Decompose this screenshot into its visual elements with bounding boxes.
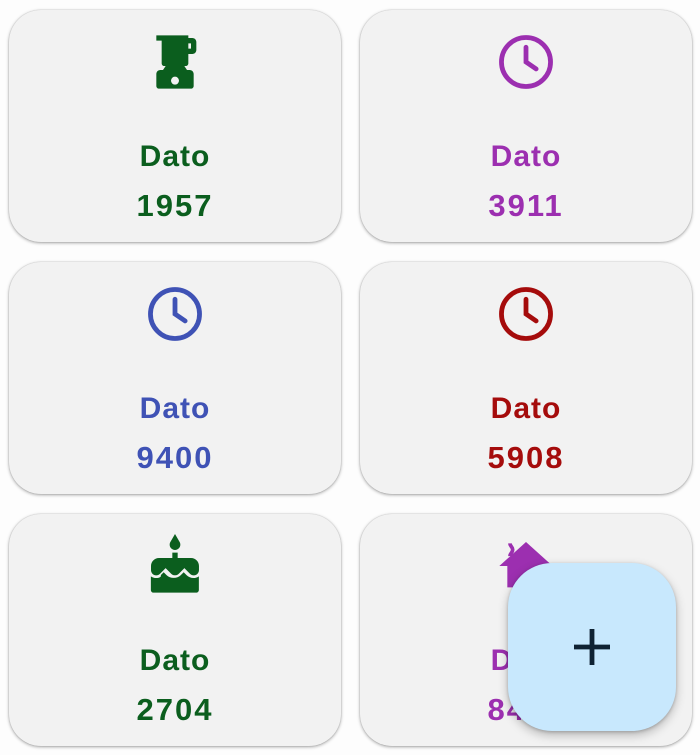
add-button[interactable]	[508, 563, 676, 731]
card-value: 9400	[136, 440, 214, 475]
card-value: 3911	[488, 188, 564, 223]
cake-icon	[143, 534, 207, 598]
card-label: Dato	[139, 392, 211, 425]
data-card[interactable]: Dato 5908	[360, 262, 692, 494]
card-value: 5908	[487, 440, 565, 475]
card-label: Dato	[490, 140, 562, 173]
card-label: Dato	[139, 140, 211, 173]
blender-icon	[143, 30, 207, 94]
clock-icon	[494, 282, 558, 346]
card-value: 1957	[136, 188, 214, 223]
card-value: 2704	[136, 692, 214, 727]
plus-icon	[574, 629, 610, 665]
card-label: Dato	[139, 644, 211, 677]
data-card[interactable]: Dato 1957	[9, 10, 341, 242]
data-card[interactable]: Dato 9400	[9, 262, 341, 494]
card-label: Dato	[490, 392, 562, 425]
clock-icon	[143, 282, 207, 346]
data-card[interactable]: Dato 3911	[360, 10, 692, 242]
data-card[interactable]: Dato 2704	[9, 514, 341, 746]
clock-icon	[494, 30, 558, 94]
